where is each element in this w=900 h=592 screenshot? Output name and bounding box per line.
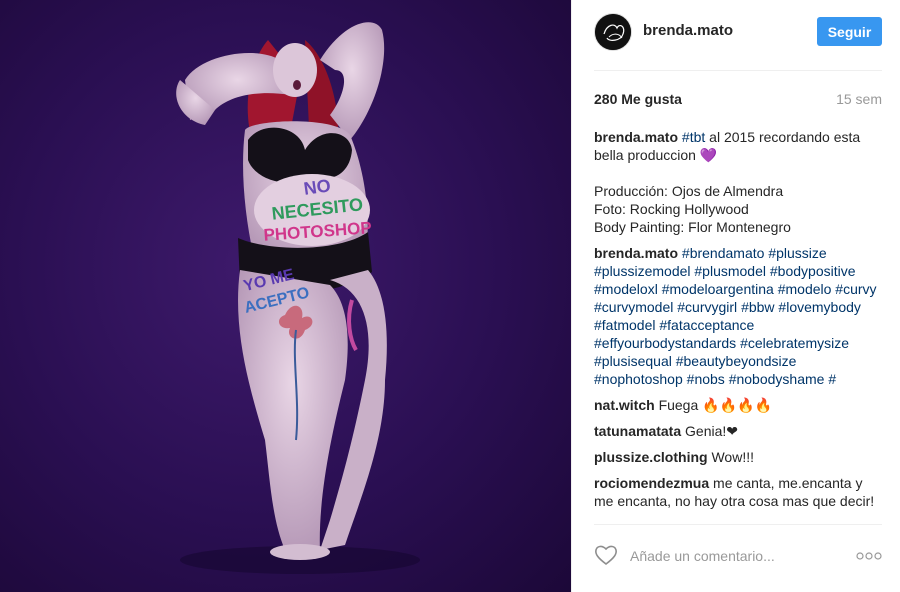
comment-input[interactable] (630, 545, 840, 567)
avatar-logo-icon (595, 14, 631, 50)
comment-text: Genia!❤ (685, 423, 739, 439)
hashtag-link[interactable]: #bbw (741, 299, 774, 315)
hashtag-link[interactable]: #curvymodel (594, 299, 673, 315)
list-item: brenda.mato #brendamato #plussize #pluss… (594, 244, 882, 388)
hashtag-link[interactable]: #fatacceptance (659, 317, 754, 333)
caption-hashtag[interactable]: #tbt (682, 129, 705, 145)
list-item: rociomendezmua me canta, me.encanta y me… (594, 474, 882, 510)
hashtag-link[interactable]: #brendamato (682, 245, 765, 261)
comments-list: brenda.mato #tbt al 2015 recordando esta… (594, 128, 882, 523)
hashtag-link[interactable]: # (828, 371, 836, 387)
body-paint-line1: NO (302, 175, 332, 199)
more-options-icon[interactable] (856, 552, 882, 560)
caption: brenda.mato #tbt al 2015 recordando esta… (594, 128, 882, 236)
post-time[interactable]: 15 sem (836, 91, 882, 107)
hashtag-link[interactable]: #nophotoshop (594, 371, 683, 387)
hashtag-link[interactable]: #nobodyshame (729, 371, 825, 387)
footer-divider (594, 524, 882, 525)
caption-username[interactable]: brenda.mato (594, 129, 678, 145)
hashtag-link[interactable]: #plusmodel (694, 263, 766, 279)
header-divider (594, 70, 882, 71)
avatar[interactable] (594, 13, 632, 51)
comment-hashtags: #brendamato #plussize #plussizemodel #pl… (594, 245, 877, 387)
hashtag-link[interactable]: #modeloxl (594, 281, 658, 297)
comment-username[interactable]: nat.witch (594, 397, 655, 413)
hashtag-link[interactable]: #nobs (687, 371, 725, 387)
list-item: tatunamatata Genia!❤ (594, 422, 882, 440)
hashtag-link[interactable]: #bodypositive (770, 263, 856, 279)
heart-outline-icon[interactable] (594, 544, 618, 566)
header-username[interactable]: brenda.mato (643, 22, 733, 39)
hashtag-link[interactable]: #effyourbodystandards (594, 335, 736, 351)
hashtag-link[interactable]: #plussizemodel (594, 263, 691, 279)
hashtag-link[interactable]: #lovemybody (778, 299, 861, 315)
list-item: plussize.clothing Wow!!! (594, 448, 882, 466)
hashtag-link[interactable]: #plussize (768, 245, 826, 261)
post-sidebar: brenda.mato Seguir 280 Me gusta 15 sem b… (571, 0, 900, 592)
hashtag-link[interactable]: #modelo (778, 281, 832, 297)
comment-text: Fuega 🔥🔥🔥🔥 (658, 397, 772, 413)
comment-footer (594, 541, 882, 571)
like-count[interactable]: 280 Me gusta (594, 91, 682, 107)
post-photo[interactable]: NO NECESITO PHOTOSHOP YO ME ACEPTO (0, 0, 571, 592)
hashtag-link[interactable]: #curvy (835, 281, 876, 297)
hashtag-link[interactable]: #fatmodel (594, 317, 655, 333)
comment-username[interactable]: brenda.mato (594, 245, 678, 261)
list-item: nat.witch Fuega 🔥🔥🔥🔥 (594, 396, 882, 414)
comment-username[interactable]: tatunamatata (594, 423, 681, 439)
hashtag-link[interactable]: #curvygirl (677, 299, 737, 315)
comment-username[interactable]: rociomendezmua (594, 475, 709, 491)
hashtag-link[interactable]: #plusisequal (594, 353, 672, 369)
follow-button[interactable]: Seguir (817, 17, 882, 46)
hashtag-link[interactable]: #celebratemysize (740, 335, 849, 351)
post-header: brenda.mato Seguir (572, 0, 900, 70)
hashtag-link[interactable]: #modeloargentina (662, 281, 774, 297)
stats-row: 280 Me gusta 15 sem (594, 91, 882, 111)
comment-text: Wow!!! (711, 449, 754, 465)
comment-username[interactable]: plussize.clothing (594, 449, 708, 465)
post-photo-illustration: NO NECESITO PHOTOSHOP YO ME ACEPTO (176, 22, 420, 574)
caption-credits: Producción: Ojos de Almendra Foto: Rocki… (594, 183, 791, 235)
hashtag-link[interactable]: #beautybeyondsize (676, 353, 797, 369)
